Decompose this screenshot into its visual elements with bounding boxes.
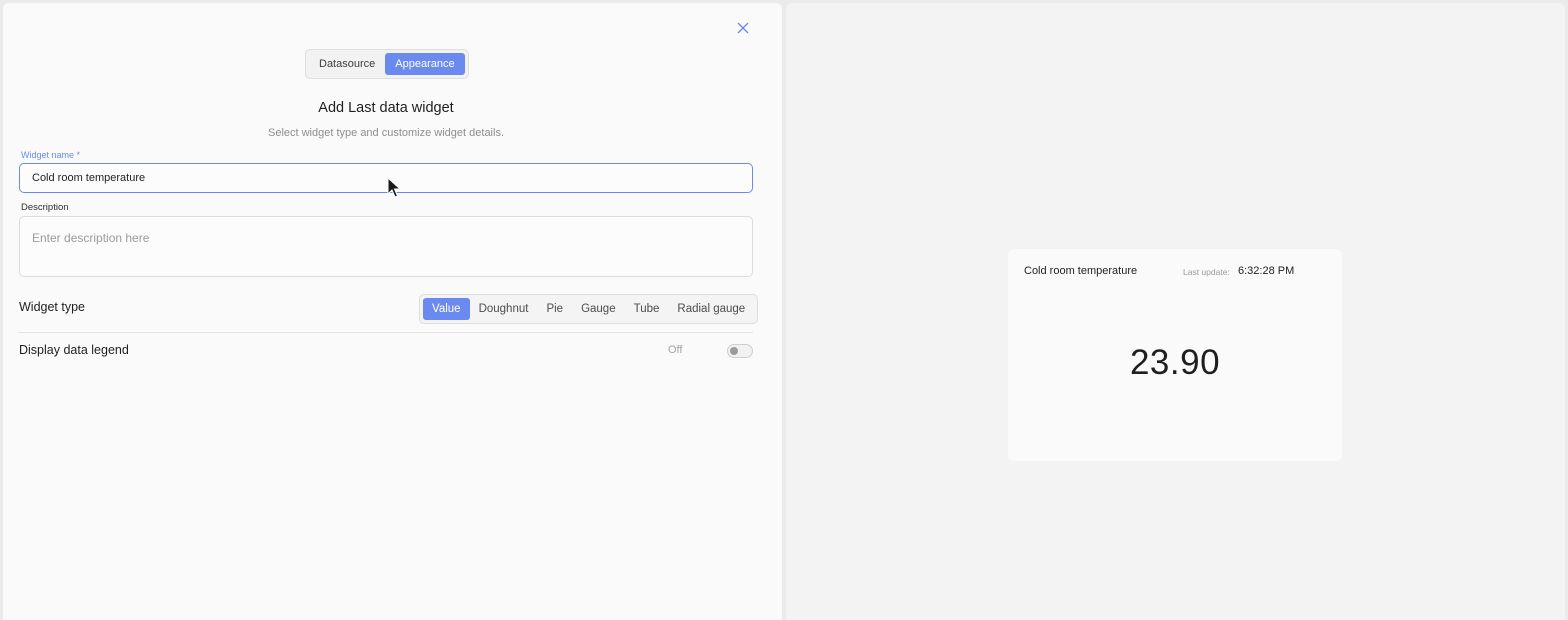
toggle-knob: [730, 347, 738, 355]
last-update-time: 6:32:28 PM: [1238, 265, 1295, 277]
page-subtitle: Select widget type and customize widget …: [267, 127, 505, 139]
last-update-label: Last update:: [1183, 267, 1230, 277]
description-label: Description: [21, 202, 69, 213]
tab-appearance[interactable]: Appearance: [385, 53, 465, 75]
mouse-cursor-icon: [387, 177, 401, 198]
tab-datasource[interactable]: Datasource: [309, 53, 385, 75]
widget-type-value[interactable]: Value: [423, 298, 470, 320]
preview-title: Cold room temperature: [1024, 265, 1138, 277]
editor-tabs: Datasource Appearance: [305, 49, 469, 79]
page-title: Add Last data widget: [318, 100, 454, 116]
description-input[interactable]: Enter description here: [19, 216, 753, 277]
widget-type-tube[interactable]: Tube: [625, 298, 669, 320]
widget-name-input[interactable]: Cold room temperature: [19, 163, 753, 193]
widget-name-label: Widget name *: [21, 150, 81, 160]
widget-type-label: Widget type: [19, 300, 86, 314]
close-icon: [737, 22, 749, 34]
preview-panel: Cold room temperature Last update: 6:32:…: [786, 3, 1565, 620]
widget-type-radial-gauge[interactable]: Radial gauge: [668, 298, 754, 320]
widget-preview-card: Cold room temperature Last update: 6:32:…: [1008, 249, 1342, 461]
preview-value: 23.90: [1129, 343, 1221, 382]
divider: [19, 332, 753, 333]
widget-type-selector: Value Doughnut Pie Gauge Tube Radial gau…: [419, 294, 759, 324]
legend-label: Display data legend: [19, 343, 129, 357]
legend-status: Off: [668, 344, 683, 356]
close-button[interactable]: [733, 18, 753, 38]
legend-toggle[interactable]: [727, 344, 753, 358]
widget-type-gauge[interactable]: Gauge: [572, 298, 625, 320]
widget-type-pie[interactable]: Pie: [537, 298, 572, 320]
widget-type-doughnut[interactable]: Doughnut: [470, 298, 538, 320]
widget-editor-panel: Datasource Appearance Add Last data widg…: [3, 3, 782, 620]
